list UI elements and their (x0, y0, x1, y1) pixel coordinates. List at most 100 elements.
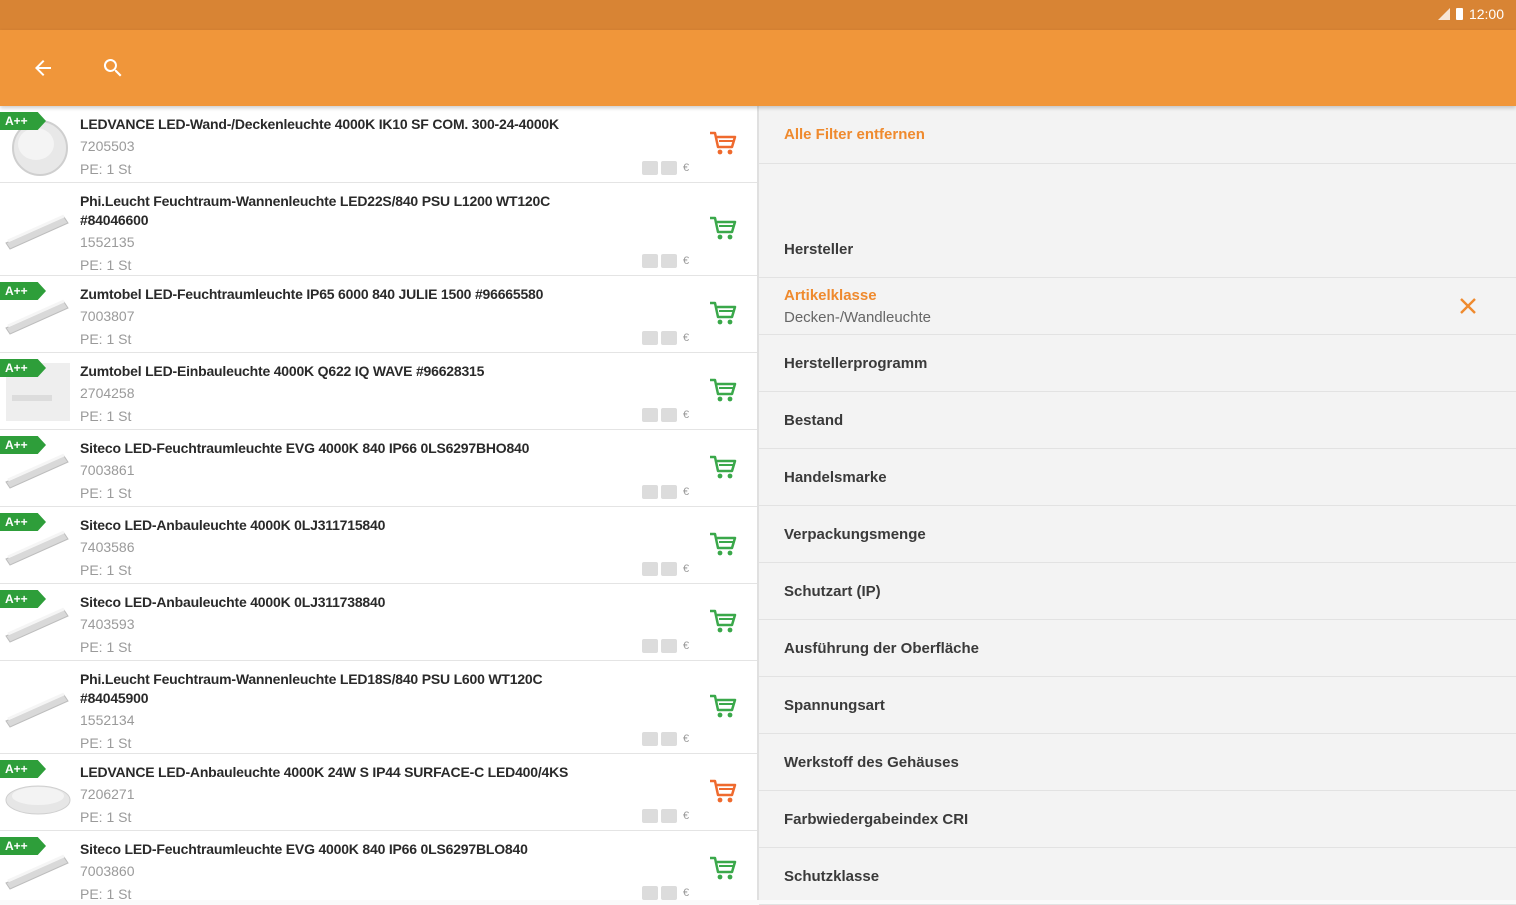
filter-label: Artikelklasse (784, 287, 877, 304)
back-button[interactable] (25, 50, 61, 86)
filter-item-spannungsart[interactable]: Spannungsart (759, 677, 1516, 734)
filter-item-herstellerprogramm[interactable]: Herstellerprogramm (759, 335, 1516, 392)
add-to-cart-button[interactable] (708, 855, 742, 885)
packaging-unit: PE: 1 St (80, 735, 132, 751)
price-indicator: € (683, 640, 690, 652)
product-title[interactable]: Phi.Leucht Feuchtraum-Wannenleuchte LED1… (80, 670, 660, 708)
product-title-line: #84045900 (80, 690, 149, 706)
article-number: 1552134 (80, 712, 135, 728)
shopping-cart-icon (710, 532, 737, 555)
availability-indicators: € (642, 254, 689, 268)
product-title[interactable]: LEDVANCE LED-Anbauleuchte 4000K 24W S IP… (80, 763, 660, 782)
filter-item-ausf-hrung-der-oberfl-che[interactable]: Ausführung der Oberfläche (759, 620, 1516, 677)
product-list: A++ LEDVANCE LED-Wand-/Deckenleuchte 4000… (0, 106, 757, 900)
warehouse-indicator-icon (661, 254, 677, 268)
filter-item-werkstoff-des-geh-uses[interactable]: Werkstoff des Gehäuses (759, 734, 1516, 791)
availability-indicators: € (642, 562, 689, 576)
filter-item-hersteller[interactable]: Hersteller (759, 221, 1516, 278)
filter-item-schutzklasse[interactable]: Schutzklasse (759, 848, 1516, 905)
shopping-cart-icon (710, 609, 737, 632)
product-title[interactable]: Siteco LED-Anbauleuchte 4000K 0LJ3117388… (80, 593, 660, 612)
add-to-cart-button[interactable] (708, 454, 742, 484)
search-button[interactable] (95, 50, 131, 86)
filter-item-artikelklasse[interactable]: Artikelklasse Decken-/Wandleuchte (759, 278, 1516, 335)
price-indicator: € (683, 563, 690, 575)
availability-indicators: € (642, 732, 689, 746)
availability-indicators: € (642, 639, 689, 653)
filter-label: Verpackungsmenge (784, 526, 926, 543)
energy-label-badge: A++ (0, 760, 46, 778)
warehouse-indicator-icon (661, 886, 677, 900)
product-title[interactable]: Zumtobel LED-Feuchtraumleuchte IP65 6000… (80, 285, 660, 304)
filter-panel: Alle Filter entfernen Hersteller Artikelk… (759, 106, 1516, 905)
price-indicator: € (683, 887, 690, 899)
battery-icon (1455, 8, 1463, 20)
packaging-unit: PE: 1 St (80, 485, 132, 501)
shopping-cart-icon (710, 216, 737, 239)
close-icon (1460, 298, 1476, 314)
filter-item-farbwiedergabeindex-cri[interactable]: Farbwiedergabeindex CRI (759, 791, 1516, 848)
add-to-cart-button[interactable] (708, 608, 742, 638)
product-title[interactable]: LEDVANCE LED-Wand-/Deckenleuchte 4000K I… (80, 115, 660, 134)
warehouse-indicator-icon (661, 161, 677, 175)
arrow-left-icon (35, 60, 51, 76)
filter-item-schutzart-ip[interactable]: Schutzart (IP) (759, 563, 1516, 620)
stock-indicator-icon (642, 254, 658, 268)
energy-label-badge: A++ (0, 513, 46, 531)
product-row[interactable]: A++ LEDVANCE LED-Anbauleuchte 4000K 24W S… (0, 754, 757, 831)
product-title[interactable]: Siteco LED-Feuchtraumleuchte EVG 4000K 8… (80, 840, 660, 859)
filter-item-verpackungsmenge[interactable]: Verpackungsmenge (759, 506, 1516, 563)
product-title[interactable]: Siteco LED-Feuchtraumleuchte EVG 4000K 8… (80, 439, 660, 458)
filter-item-handelsmarke[interactable]: Handelsmarke (759, 449, 1516, 506)
article-number: 7003860 (80, 863, 135, 879)
price-indicator: € (683, 486, 690, 498)
add-to-cart-button[interactable] (708, 377, 742, 407)
product-title[interactable]: Phi.Leucht Feuchtraum-Wannenleuchte LED2… (80, 192, 660, 230)
warehouse-indicator-icon (661, 331, 677, 345)
availability-indicators: € (642, 886, 689, 900)
price-indicator: € (683, 332, 690, 344)
product-title-line: Zumtobel LED-Feuchtraumleuchte IP65 6000… (80, 286, 544, 302)
product-row[interactable]: A++ Siteco LED-Anbauleuchte 4000K 0LJ3117… (0, 584, 757, 661)
add-to-cart-button[interactable] (708, 130, 742, 160)
product-row[interactable]: A++ LEDVANCE LED-Wand-/Deckenleuchte 4000… (0, 106, 757, 183)
availability-indicators: € (642, 331, 689, 345)
clear-all-filters-link[interactable]: Alle Filter entfernen (784, 126, 925, 143)
availability-indicators: € (642, 809, 689, 823)
product-row[interactable]: A++ Zumtobel LED-Einbauleuchte 4000K Q622… (0, 353, 757, 430)
energy-label-badge: A++ (0, 837, 46, 855)
add-to-cart-button[interactable] (708, 693, 742, 723)
add-to-cart-button[interactable] (708, 215, 742, 245)
product-row[interactable]: A++ Zumtobel LED-Feuchtraumleuchte IP65 6… (0, 276, 757, 353)
stock-indicator-icon (642, 639, 658, 653)
article-number: 7403593 (80, 616, 135, 632)
packaging-unit: PE: 1 St (80, 331, 132, 347)
warehouse-indicator-icon (661, 732, 677, 746)
add-to-cart-button[interactable] (708, 300, 742, 330)
filter-item-bestand[interactable]: Bestand (759, 392, 1516, 449)
warehouse-indicator-icon (661, 639, 677, 653)
add-to-cart-button[interactable] (708, 778, 742, 808)
warehouse-indicator-icon (661, 809, 677, 823)
product-row[interactable]: A++ Siteco LED-Feuchtraumleuchte EVG 4000… (0, 430, 757, 507)
article-number: 7003861 (80, 462, 135, 478)
packaging-unit: PE: 1 St (80, 161, 132, 177)
product-title[interactable]: Zumtobel LED-Einbauleuchte 4000K Q622 IQ… (80, 362, 660, 381)
product-title-line: Siteco LED-Feuchtraumleuchte EVG 4000K 8… (80, 841, 528, 857)
product-row[interactable]: A++ Siteco LED-Feuchtraumleuchte EVG 4000… (0, 831, 757, 900)
clear-filters-row[interactable]: Alle Filter entfernen (759, 106, 1516, 164)
price-indicator: € (683, 255, 690, 267)
filter-label: Herstellerprogramm (784, 355, 928, 372)
remove-filter-button[interactable] (1456, 294, 1480, 318)
article-number: 1552135 (80, 234, 135, 250)
product-title[interactable]: Siteco LED-Anbauleuchte 4000K 0LJ3117158… (80, 516, 660, 535)
product-row[interactable]: Phi.Leucht Feuchtraum-Wannenleuchte LED2… (0, 183, 757, 276)
product-row[interactable]: Phi.Leucht Feuchtraum-Wannenleuchte LED1… (0, 661, 757, 754)
shopping-cart-icon (710, 131, 737, 154)
product-row[interactable]: A++ Siteco LED-Anbauleuchte 4000K 0LJ3117… (0, 507, 757, 584)
stock-indicator-icon (642, 485, 658, 499)
add-to-cart-button[interactable] (708, 531, 742, 561)
availability-indicators: € (642, 408, 689, 422)
stock-indicator-icon (642, 331, 658, 345)
shopping-cart-icon (710, 856, 737, 879)
